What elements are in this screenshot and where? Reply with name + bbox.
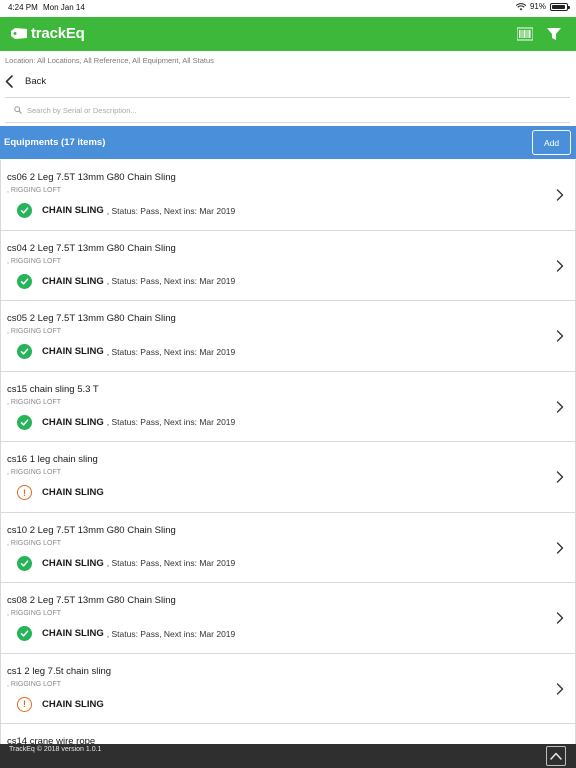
wifi-icon bbox=[515, 2, 526, 10]
equipment-title: cs14 crane wire rope bbox=[7, 736, 96, 744]
equipment-detail: , Status: Pass, Next ins: Mar 2019 bbox=[106, 558, 236, 568]
back-label: Back bbox=[25, 75, 47, 87]
app-logo: trackEq bbox=[10, 25, 85, 42]
equipment-location: , RIGGING LOFT bbox=[7, 328, 62, 335]
equipment-detail: , Status: Pass, Next ins: Mar 2019 bbox=[106, 205, 236, 216]
equipment-row[interactable]: cs16 1 leg chain sling , RIGGING LOFT! CHA… bbox=[0, 442, 576, 513]
check-circle-icon bbox=[17, 203, 32, 218]
equipment-detail: , Status: Pass, Next ins: Mar 2019 bbox=[106, 276, 236, 286]
status-indicators: 91% bbox=[515, 2, 570, 11]
equipment-row[interactable]: cs14 crane wire rope bbox=[0, 724, 576, 744]
check-circle-icon bbox=[17, 555, 32, 571]
status-date: Mon Jan 14 bbox=[43, 3, 85, 12]
equipment-title: cs16 1 leg chain sling bbox=[7, 454, 98, 465]
battery-percent: 91% bbox=[529, 2, 546, 11]
equipment-detail: , Status: Pass, Next ins: Mar 2019 bbox=[106, 346, 236, 357]
equipment-location: , RIGGING LOFT bbox=[7, 398, 62, 406]
equipment-detail: , Status: Pass, Next ins: Mar 2019 bbox=[106, 628, 236, 639]
check-circle-icon bbox=[17, 626, 32, 641]
scroll-top-button[interactable] bbox=[546, 746, 566, 766]
divider bbox=[5, 97, 570, 98]
filter-summary: Location: All Locations, All Reference, … bbox=[5, 56, 214, 65]
equipment-status-line: CHAIN SLING, Status: Pass, Next ins: Mar… bbox=[17, 344, 235, 359]
status-time: 4:24 PM bbox=[8, 3, 38, 12]
list-header: Equipments (17 items) Add bbox=[0, 126, 576, 159]
footer: TrackEq © 2018 version 1.0.1 bbox=[0, 744, 576, 768]
equipment-status-line: CHAIN SLING, Status: Pass, Next ins: Mar… bbox=[17, 555, 236, 571]
equipment-location: , RIGGING LOFT bbox=[7, 680, 62, 688]
equipment-type: CHAIN SLING bbox=[42, 557, 104, 569]
equipment-status-line: ! CHAIN SLING bbox=[17, 485, 104, 500]
check-circle-icon bbox=[17, 344, 32, 359]
check-circle-icon bbox=[17, 414, 32, 430]
chevron-right-icon bbox=[556, 612, 564, 624]
equipment-type: CHAIN SLING bbox=[42, 205, 104, 216]
back-button[interactable]: Back bbox=[5, 72, 46, 90]
equipment-title: cs06 2 Leg 7.5T 13mm G80 Chain Sling bbox=[7, 172, 176, 183]
check-circle-icon bbox=[17, 273, 32, 289]
filter-icon[interactable] bbox=[546, 26, 562, 42]
battery-icon bbox=[550, 2, 570, 11]
equipment-location: , RIGGING LOFT bbox=[7, 469, 62, 476]
equipment-status-line: CHAIN SLING, Status: Pass, Next ins: Mar… bbox=[17, 414, 236, 430]
equipment-title: cs08 2 Leg 7.5T 13mm G80 Chain Sling bbox=[7, 595, 176, 606]
battery-level bbox=[552, 4, 565, 9]
equipment-type: CHAIN SLING bbox=[42, 628, 104, 639]
search-bar bbox=[14, 102, 564, 118]
equipment-location: , RIGGING LOFT bbox=[7, 539, 62, 547]
equipment-location: , RIGGING LOFT bbox=[7, 610, 62, 617]
app-header: trackEq bbox=[0, 17, 576, 51]
equipment-row[interactable]: cs10 2 Leg 7.5T 13mm G80 Chain Sling , RI… bbox=[0, 512, 576, 583]
equipment-row[interactable]: cs04 2 Leg 7.5T 13mm G80 Chain Sling , RI… bbox=[0, 230, 576, 301]
equipment-type: CHAIN SLING bbox=[42, 416, 104, 428]
warning-circle-icon: ! bbox=[17, 485, 32, 500]
equipment-location: , RIGGING LOFT bbox=[7, 187, 62, 194]
equipment-status-line: ! CHAIN SLING bbox=[17, 696, 104, 712]
equipment-row[interactable]: cs08 2 Leg 7.5T 13mm G80 Chain Sling , RI… bbox=[0, 583, 576, 654]
equipment-title: cs05 2 Leg 7.5T 13mm G80 Chain Sling bbox=[7, 313, 176, 324]
equipment-list: cs06 2 Leg 7.5T 13mm G80 Chain Sling , RI… bbox=[0, 160, 576, 744]
search-input[interactable] bbox=[27, 105, 527, 115]
equipment-row[interactable]: cs05 2 Leg 7.5T 13mm G80 Chain Sling , RI… bbox=[0, 301, 576, 372]
chevron-right-icon bbox=[556, 259, 564, 272]
equipment-row[interactable]: cs15 chain sling 5.3 T , RIGGING LOFT CHAI… bbox=[0, 371, 576, 442]
equipment-type: CHAIN SLING bbox=[42, 698, 104, 710]
chevron-right-icon bbox=[556, 189, 564, 201]
barcode-icon[interactable] bbox=[517, 26, 533, 42]
chevron-right-icon bbox=[556, 330, 564, 342]
equipment-type: CHAIN SLING bbox=[42, 275, 104, 287]
equipment-title: cs15 chain sling 5.3 T bbox=[7, 383, 99, 395]
list-title: Equipments (17 items) bbox=[4, 137, 106, 148]
divider bbox=[5, 122, 570, 123]
logo-text: trackEq bbox=[31, 25, 85, 42]
status-bar: 4:24 PM Mon Jan 14 91% bbox=[0, 0, 576, 17]
chevron-right-icon bbox=[556, 682, 564, 695]
warning-circle-icon: ! bbox=[17, 696, 32, 712]
footer-text: TrackEq © 2018 version 1.0.1 bbox=[9, 746, 102, 753]
chevron-left-icon bbox=[5, 74, 13, 88]
equipment-type: CHAIN SLING bbox=[42, 487, 104, 498]
equipment-title: cs04 2 Leg 7.5T 13mm G80 Chain Sling bbox=[7, 242, 176, 254]
chevron-up-icon bbox=[550, 752, 562, 760]
equipment-status-line: CHAIN SLING, Status: Pass, Next ins: Mar… bbox=[17, 203, 235, 218]
chevron-right-icon bbox=[556, 471, 564, 483]
equipment-type: CHAIN SLING bbox=[42, 346, 104, 357]
equipment-status-line: CHAIN SLING, Status: Pass, Next ins: Mar… bbox=[17, 273, 236, 289]
equipment-detail: , Status: Pass, Next ins: Mar 2019 bbox=[106, 417, 236, 427]
equipment-location: , RIGGING LOFT bbox=[7, 257, 62, 265]
search-icon bbox=[14, 106, 22, 114]
equipment-status-line: CHAIN SLING, Status: Pass, Next ins: Mar… bbox=[17, 626, 235, 641]
equipment-title: cs1 2 leg 7.5t chain sling bbox=[7, 665, 112, 677]
equipment-row[interactable]: cs06 2 Leg 7.5T 13mm G80 Chain Sling , RI… bbox=[0, 160, 576, 231]
tag-icon bbox=[11, 28, 27, 39]
equipment-row[interactable]: cs1 2 leg 7.5t chain sling , RIGGING LOFT… bbox=[0, 653, 576, 724]
add-button[interactable]: Add bbox=[532, 130, 571, 155]
chevron-right-icon bbox=[556, 400, 564, 413]
chevron-right-icon bbox=[556, 541, 564, 554]
equipment-title: cs10 2 Leg 7.5T 13mm G80 Chain Sling bbox=[7, 524, 176, 536]
